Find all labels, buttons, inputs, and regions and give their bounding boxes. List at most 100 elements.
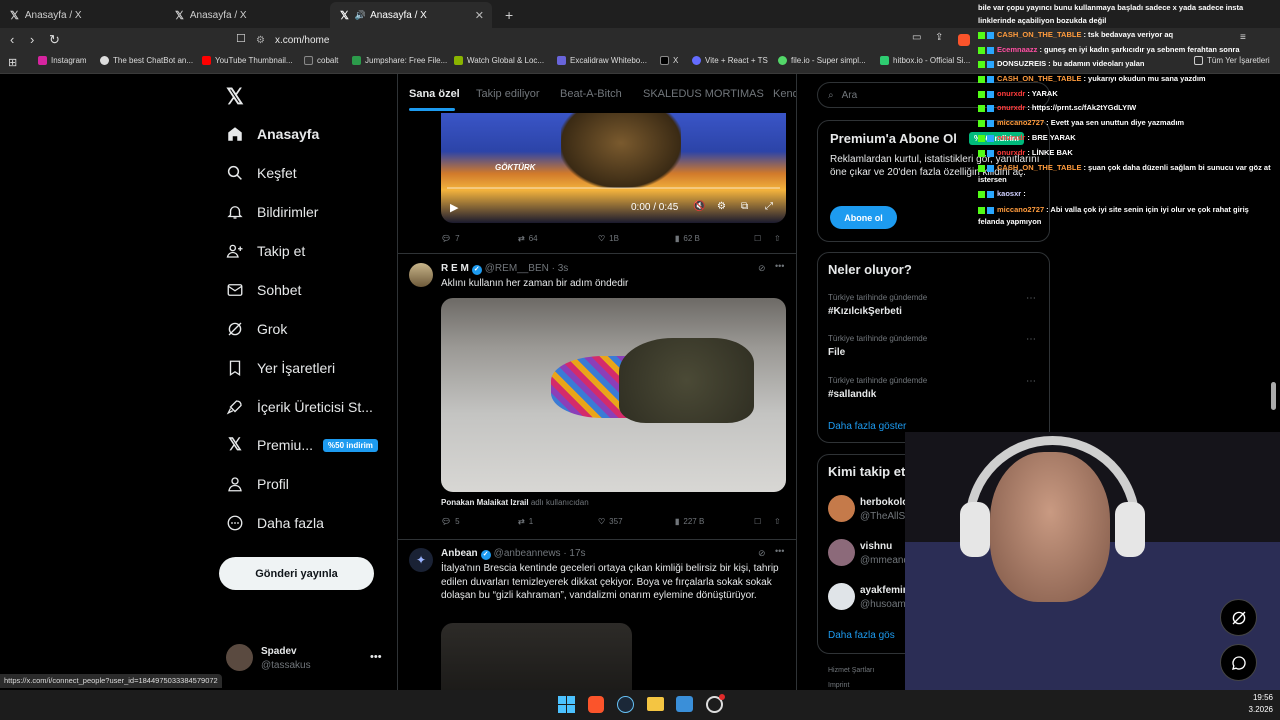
avatar[interactable] xyxy=(226,644,253,671)
avatar[interactable] xyxy=(828,583,855,610)
close-tab-icon[interactable]: ✕ xyxy=(475,9,484,22)
browser-tab[interactable]: 𝕏 Anasayfa / X xyxy=(0,4,165,26)
chat-username[interactable]: onurxdr xyxy=(997,148,1025,157)
views-action[interactable]: ▮ 227 B xyxy=(675,517,704,526)
clock-time[interactable]: 19:56 xyxy=(1245,693,1273,702)
more-icon[interactable]: ••• xyxy=(775,546,784,556)
pip-icon[interactable]: ⧉ xyxy=(741,201,748,212)
all-bookmarks[interactable]: Tüm Yer İşaretleri xyxy=(1194,56,1270,65)
play-icon[interactable]: ▶ xyxy=(450,201,458,214)
account-menu-icon[interactable]: ••• xyxy=(370,651,382,663)
chat-username[interactable]: miccano2727 xyxy=(997,118,1044,127)
repost-action[interactable]: ⇄ 64 xyxy=(518,234,538,243)
tab-following[interactable]: Takip ediliyor xyxy=(476,88,540,100)
grok-fab[interactable] xyxy=(1220,599,1257,636)
brave-shield-icon[interactable] xyxy=(958,34,970,46)
nav-item-home[interactable]: Anasayfa xyxy=(226,121,319,147)
nav-item-creator-studio[interactable]: İçerik Üreticisi St... xyxy=(226,394,373,420)
video-player[interactable]: GÖKTÜRK ▶ 0:00 / 0:45 🔇 ⚙ ⧉ ⤢ xyxy=(441,113,786,223)
post-button[interactable]: Gönderi yayınla xyxy=(219,557,374,590)
share-action[interactable]: ⇧ xyxy=(774,234,781,243)
bookmark-item[interactable]: Instagram xyxy=(38,56,87,65)
trend-item[interactable]: File xyxy=(828,347,845,358)
bookmark-action[interactable]: ☐ xyxy=(754,234,761,243)
tweet-image[interactable] xyxy=(441,623,632,690)
nav-item-grok[interactable]: Grok xyxy=(226,316,287,342)
bookmark-item[interactable]: hitbox.io - Official Si... xyxy=(880,56,970,65)
more-icon[interactable]: ⋯ xyxy=(1026,334,1036,345)
settings-gear-icon[interactable]: ⚙ xyxy=(717,201,726,212)
bookmark-item[interactable]: YouTube Thumbnail... xyxy=(202,56,293,65)
share-icon[interactable]: ⇪ xyxy=(935,32,943,43)
scrollbar-thumb[interactable] xyxy=(1271,382,1276,410)
messages-fab[interactable] xyxy=(1220,644,1257,681)
screen-icon[interactable]: ▭ xyxy=(912,32,921,43)
tweet-handle[interactable]: @anbeannews · 17s xyxy=(494,548,586,559)
nav-item-bookmarks[interactable]: Yer İşaretleri xyxy=(226,355,335,381)
nav-item-notifications[interactable]: Bildirimler xyxy=(226,199,318,225)
tab-list[interactable]: Kend xyxy=(773,88,796,100)
chat-username[interactable]: onurxdr xyxy=(997,133,1025,142)
bookmark-icon[interactable]: ☐ xyxy=(236,32,246,45)
grok-explain-icon[interactable]: ⊘ xyxy=(758,548,766,559)
bookmark-item[interactable]: The best ChatBot an... xyxy=(100,56,193,65)
show-more-link[interactable]: Daha fazla gös xyxy=(828,630,895,641)
chat-username[interactable]: DONSUZREIS xyxy=(997,59,1046,68)
tab-list[interactable]: SKALEDUS MORTIMAS xyxy=(643,88,764,100)
nav-item-premium[interactable]: 𝕏 Premiu... %50 indirim xyxy=(226,432,378,458)
nav-item-more[interactable]: Daha fazla xyxy=(226,510,324,536)
apps-grid-icon[interactable]: ⊞ xyxy=(8,56,17,69)
menu-icon[interactable]: ≡ xyxy=(1240,32,1246,43)
nav-item-profile[interactable]: Profil xyxy=(226,471,289,497)
bookmark-item[interactable]: cobalt xyxy=(304,56,338,65)
more-icon[interactable]: ⋯ xyxy=(1026,376,1036,387)
forward-icon[interactable]: › xyxy=(30,32,34,47)
footer-link[interactable]: Hizmet Şartları xyxy=(828,667,874,674)
show-more-link[interactable]: Daha fazla göster xyxy=(828,421,906,432)
footer-link[interactable]: Imprint xyxy=(828,682,849,689)
chat-username[interactable]: CASH_ON_THE_TABLE xyxy=(997,74,1081,83)
steam-icon[interactable] xyxy=(617,696,634,713)
chat-username[interactable]: kaosxr xyxy=(997,189,1021,198)
bookmark-item[interactable]: Watch Global & Loc... xyxy=(454,56,544,65)
suggested-user-name[interactable]: vishnu xyxy=(860,541,892,552)
tweet-image[interactable] xyxy=(441,298,786,492)
bookmark-item[interactable]: Excalidraw Whitebo... xyxy=(557,56,647,65)
bookmark-action[interactable]: ☐ xyxy=(754,517,761,526)
reply-action[interactable]: 💬︎ 5 xyxy=(441,517,460,526)
back-icon[interactable]: ‹ xyxy=(10,32,14,47)
tagged-user[interactable]: Ponakan Malaikat Izrail xyxy=(441,498,529,507)
brave-browser-icon[interactable] xyxy=(588,696,604,713)
repost-action[interactable]: ⇄ 1 xyxy=(518,517,533,526)
site-info-icon[interactable]: ⚙ xyxy=(256,35,265,46)
avatar[interactable] xyxy=(828,539,855,566)
grok-explain-icon[interactable]: ⊘ xyxy=(758,263,766,274)
bookmark-item[interactable]: file.io - Super simpl... xyxy=(778,56,866,65)
browser-tab-active[interactable]: 𝕏 🔊 Anasayfa / X ✕ xyxy=(330,2,492,28)
chat-username[interactable]: CASH_ON_THE_TABLE xyxy=(997,30,1081,39)
chat-username[interactable]: onurxdr xyxy=(997,103,1025,112)
tweet-handle[interactable]: @REM__BEN · 3s xyxy=(485,263,569,274)
trend-item[interactable]: #sallandık xyxy=(828,389,876,400)
nav-item-explore[interactable]: Keşfet xyxy=(226,160,297,186)
like-action[interactable]: ♡ 357 xyxy=(598,517,623,526)
reply-action[interactable]: 💬︎ 7 xyxy=(441,234,460,243)
tweet-author-name[interactable]: Anbean xyxy=(441,548,478,559)
bookmark-item[interactable]: Vite + React + TS xyxy=(692,56,768,65)
like-action[interactable]: ♡ 1B xyxy=(598,234,619,243)
clock-date[interactable]: 3.2026 xyxy=(1238,705,1273,714)
chat-username[interactable]: Ecemnaazz xyxy=(997,45,1037,54)
fullscreen-icon[interactable]: ⤢ xyxy=(765,201,773,212)
chat-username[interactable]: CASH_ON_THE_TABLE xyxy=(997,163,1081,172)
folder-icon[interactable] xyxy=(647,697,664,711)
url-field[interactable]: ⚙ x.com/home xyxy=(256,30,956,50)
video-progress[interactable] xyxy=(447,187,780,189)
photos-icon[interactable] xyxy=(676,696,693,712)
avatar[interactable]: ✦ xyxy=(409,548,433,572)
suggested-user-name[interactable]: ayakfemini xyxy=(860,585,912,596)
trend-item[interactable]: #KızılcıkŞerbeti xyxy=(828,306,902,317)
tab-for-you[interactable]: Sana özel xyxy=(409,88,460,100)
avatar[interactable] xyxy=(828,495,855,522)
tweet-author-name[interactable]: R E M xyxy=(441,263,469,274)
subscribe-button[interactable]: Abone ol xyxy=(830,206,897,229)
